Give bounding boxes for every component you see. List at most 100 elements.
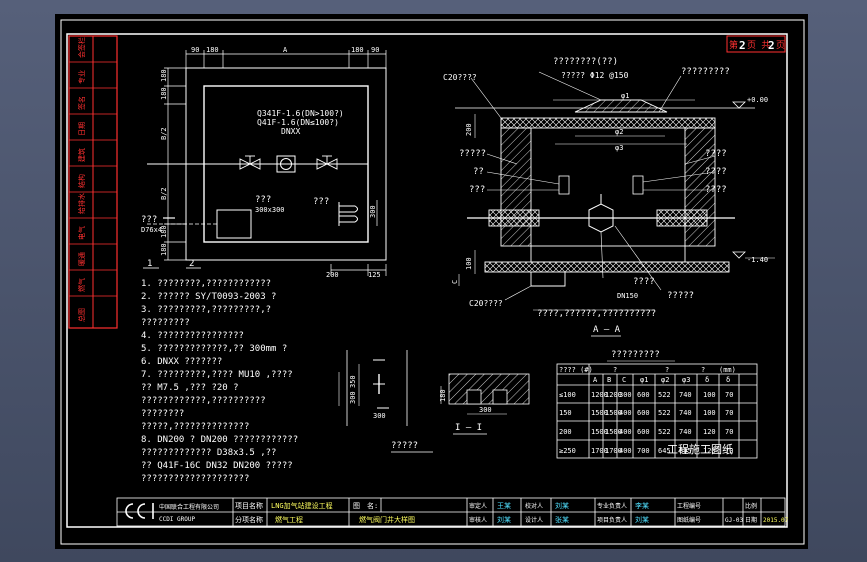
svg-text:5. ?????????????,?? 300mm: 5. ?????????????,?? 300mm ? bbox=[141, 344, 287, 354]
svg-text:125: 125 bbox=[368, 271, 381, 279]
svg-text:工程编号: 工程编号 bbox=[677, 502, 701, 510]
svg-text:DN150: DN150 bbox=[617, 292, 638, 300]
drawing-sheet: 会签栏 专业 签名 日期 建筑 结构 给排水 电气 暖通 燃气 总图 第 2 页… bbox=[60, 19, 805, 545]
drawing-number: GJ-03 bbox=[725, 517, 743, 524]
svg-text:300x300: 300x300 bbox=[255, 206, 285, 214]
table-cell: 120 bbox=[703, 428, 716, 436]
svg-text:δ: δ bbox=[705, 376, 709, 384]
table-cell: 740 bbox=[679, 428, 692, 436]
table-cell: 300 bbox=[619, 391, 632, 399]
svg-text:300: 300 bbox=[373, 412, 386, 420]
svg-text:A: A bbox=[593, 376, 598, 384]
svg-text:????????????????????: ???????????????????? bbox=[141, 474, 249, 484]
svg-text:日期: 日期 bbox=[745, 516, 757, 524]
svg-text:????: ???? bbox=[705, 167, 727, 177]
svg-text:-1.40: -1.40 bbox=[747, 256, 768, 264]
table-cell: 600 bbox=[637, 391, 650, 399]
svg-text:100: 100 bbox=[465, 257, 473, 270]
svg-text:页: 页 bbox=[776, 40, 785, 51]
svg-text:燃气工程: 燃气工程 bbox=[275, 515, 303, 524]
svg-text:?????: ????? bbox=[459, 149, 486, 159]
svg-text:第: 第 bbox=[729, 39, 738, 51]
svg-text:(mm): (mm) bbox=[719, 366, 736, 374]
detail1-caption: ????? bbox=[391, 441, 418, 451]
svg-text:300: 300 bbox=[479, 406, 492, 414]
company-en: CCDI GROUP bbox=[159, 516, 196, 523]
section-texts: C20???? ????????(??) ????? Φ12 @150 ????… bbox=[443, 57, 768, 335]
table-cell: 522 bbox=[658, 428, 671, 436]
svg-text:φ2: φ2 bbox=[615, 128, 623, 136]
table-cell: 740 bbox=[679, 391, 692, 399]
svg-text:φ3: φ3 bbox=[615, 144, 623, 152]
svg-text:设计人: 设计人 bbox=[525, 516, 543, 524]
table-cell: 70 bbox=[725, 391, 733, 399]
table-cell: 400 bbox=[619, 428, 632, 436]
sheet-number: 第 2 页 共 2 页 bbox=[726, 35, 786, 53]
table-cell: 100 bbox=[703, 409, 716, 417]
table-cell: 600 bbox=[637, 428, 650, 436]
table-cell: 522 bbox=[658, 391, 671, 399]
svg-text:2: 2 bbox=[739, 39, 746, 52]
svg-text:李某: 李某 bbox=[635, 501, 649, 510]
svg-text:φ3: φ3 bbox=[682, 376, 690, 384]
svg-text:???: ??? bbox=[313, 197, 329, 207]
company-name: 中国联合工程有限公司 bbox=[159, 503, 219, 511]
strip-3: 日期 bbox=[78, 122, 86, 136]
svg-text:????????: ???????? bbox=[141, 409, 184, 419]
svg-text:?????????: ????????? bbox=[141, 318, 190, 328]
svg-text:?????????: ????????? bbox=[681, 67, 730, 77]
svg-text:φ1: φ1 bbox=[621, 92, 629, 100]
svg-text:项目名称: 项目名称 bbox=[235, 501, 263, 510]
svg-text:C: C bbox=[622, 376, 626, 384]
table-cell: 400 bbox=[619, 409, 632, 417]
svg-text:?: ? bbox=[701, 366, 705, 374]
svg-text:C20????: C20???? bbox=[469, 299, 503, 308]
strip-7: 电气 bbox=[77, 226, 86, 240]
table-cell: 200 bbox=[559, 428, 572, 436]
svg-text:项目负责人: 项目负责人 bbox=[597, 516, 627, 524]
svg-text:4. ????????????????: 4. ???????????????? bbox=[141, 331, 244, 341]
svg-text:180: 180 bbox=[351, 46, 364, 54]
table-overlay-text: 工程施工图纸 bbox=[667, 443, 733, 456]
table-cell: 150 bbox=[559, 409, 572, 417]
svg-text:页 共: 页 共 bbox=[747, 40, 770, 51]
table-cell: 600 bbox=[637, 409, 650, 417]
svg-text:2: 2 bbox=[189, 259, 194, 269]
svg-text:2. ?????? SY/T0093-2003: 2. ?????? SY/T0093-2003 ? bbox=[141, 292, 276, 302]
svg-text:300: 300 bbox=[369, 205, 377, 218]
section-caption: A — A bbox=[593, 325, 621, 335]
svg-text:????,??????,??????????: ????,??????,?????????? bbox=[537, 309, 656, 319]
svg-text:8. DN200 ? DN200 ?????: 8. DN200 ? DN200 ???????????? bbox=[141, 435, 298, 445]
svg-text:180: 180 bbox=[160, 69, 168, 82]
table-cell: 400 bbox=[619, 447, 632, 455]
strip-2: 签名 bbox=[77, 96, 86, 110]
section-view bbox=[455, 71, 775, 337]
svg-text:1. ????????,????????????: 1. ????????,???????????? bbox=[141, 279, 271, 289]
strip-10: 总图 bbox=[77, 308, 86, 322]
project-name: LNG加气站建设工程 bbox=[271, 501, 333, 510]
svg-text:比例: 比例 bbox=[745, 502, 757, 510]
strip-9: 燃气 bbox=[77, 278, 86, 292]
svg-text:200: 200 bbox=[326, 271, 339, 279]
svg-text:90: 90 bbox=[371, 46, 379, 54]
svg-text:????: ???? bbox=[705, 185, 727, 195]
svg-text:180: 180 bbox=[206, 46, 219, 54]
table-cell: 70 bbox=[725, 409, 733, 417]
svg-text:?: ? bbox=[613, 366, 617, 374]
svg-text:?? Q41F-16C DN32 DN200: ?? Q41F-16C DN32 DN200 ????? bbox=[141, 461, 293, 471]
strip-5: 结构 bbox=[77, 174, 86, 188]
svg-text:????: ???? bbox=[705, 149, 727, 159]
svg-text:6. DNXX ???????: 6. DNXX ??????? bbox=[141, 357, 222, 367]
svg-text:?? M7.5 ,??? ?20 ?: ?? M7.5 ,??? ?20 ? bbox=[141, 383, 239, 393]
svg-text:2: 2 bbox=[768, 39, 775, 52]
table-cell: 700 bbox=[637, 447, 650, 455]
svg-text:200: 200 bbox=[465, 123, 473, 136]
svg-text:A: A bbox=[283, 46, 288, 54]
svg-text:???: ??? bbox=[141, 215, 157, 225]
svg-text:+0.00: +0.00 bbox=[747, 96, 768, 104]
svg-text:刘某: 刘某 bbox=[555, 501, 569, 510]
svg-text:?????: ????? bbox=[667, 291, 694, 301]
strip-6: 给排水 bbox=[77, 193, 86, 214]
svg-text:B: B bbox=[607, 376, 611, 384]
svg-text:?: ? bbox=[665, 366, 669, 374]
